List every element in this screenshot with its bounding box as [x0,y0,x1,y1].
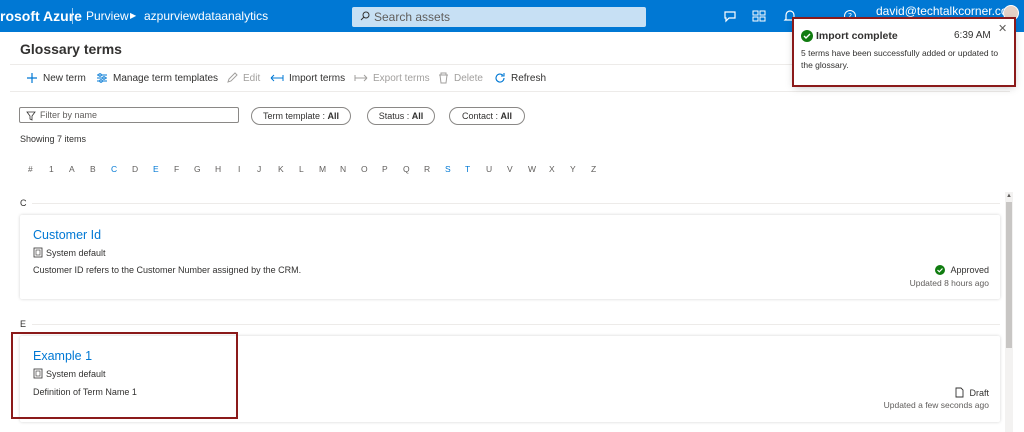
brand-divider [72,8,73,24]
alpha-letter[interactable]: Y [570,164,576,174]
delete-button[interactable]: Delete [438,70,483,86]
filter-by-name-input[interactable] [40,108,230,122]
directory-icon[interactable] [752,9,766,23]
term-status-label: Draft [969,387,989,398]
glossary-blade: Glossary terms New term Manage term temp… [0,32,1024,432]
alpha-letter[interactable]: H [215,164,221,174]
alpha-letter[interactable]: F [174,164,179,174]
breadcrumb-account[interactable]: azpurviewdataanalytics [144,0,268,32]
term-template-filter-value: All [327,111,340,121]
alpha-letter[interactable]: T [465,164,470,174]
manage-term-templates-label: Manage term templates [113,72,219,84]
sliders-icon [97,73,107,83]
alpha-letter[interactable]: S [445,164,451,174]
term-definition: Customer ID refers to the Customer Numbe… [33,265,302,275]
highlight-frame [11,332,238,419]
import-arrows-icon [270,74,284,82]
search-box[interactable] [352,7,646,27]
term-status-label: Approved [950,265,989,275]
highlight-frame [792,17,1016,87]
plus-icon [27,73,37,83]
contact-filter-pill[interactable]: Contact : All [449,107,525,125]
alpha-letter[interactable]: # [28,164,33,174]
user-email[interactable]: david@techtalkcorner.com [876,4,1018,18]
group-letter-e: E [20,319,27,329]
template-icon [33,247,43,258]
status-filter-value: All [411,111,424,121]
contact-filter-label: Contact : [461,111,498,121]
alpha-letter[interactable]: U [486,164,492,174]
alpha-letter[interactable]: A [69,164,75,174]
approved-check-icon [935,265,946,275]
alpha-letter[interactable]: O [361,164,368,174]
term-card-customer-id[interactable]: Customer Id System default Customer ID r… [20,215,1000,299]
export-terms-button[interactable]: Export terms [354,70,430,86]
draft-page-icon [956,387,964,398]
term-updated: Updated a few seconds ago [883,400,989,410]
status-filter-label: Status : [378,111,410,121]
refresh-label: Refresh [511,72,547,84]
term-status: Approved [935,265,989,275]
alpha-letter[interactable]: L [299,164,304,174]
group-divider [32,324,1000,325]
status-filter-pill[interactable]: Status : All [367,107,435,125]
pencil-icon [227,72,238,83]
alpha-letter[interactable]: W [528,164,536,174]
alpha-letter[interactable]: 1 [49,164,54,174]
group-divider [32,203,1000,204]
alpha-letter[interactable]: B [90,164,96,174]
refresh-icon [495,73,505,83]
manage-term-templates-button[interactable]: Manage term templates [96,70,218,86]
export-terms-label: Export terms [373,72,430,84]
alpha-letter[interactable]: J [257,164,261,174]
new-term-label: New term [43,72,86,84]
alpha-letter[interactable]: Z [591,164,596,174]
import-terms-label: Import terms [289,72,346,84]
page-title: Glossary terms [20,41,122,57]
command-bar-divider [10,91,1010,92]
alpha-letter[interactable]: N [340,164,346,174]
feedback-icon[interactable] [723,9,737,23]
import-terms-button[interactable]: Import terms [270,70,345,86]
export-arrows-icon [354,74,368,82]
edit-button[interactable]: Edit [226,70,260,86]
delete-label: Delete [454,72,483,84]
term-updated: Updated 8 hours ago [909,278,989,288]
refresh-button[interactable]: Refresh [494,70,546,86]
alpha-letter[interactable]: E [153,164,159,174]
alpha-letter[interactable]: P [382,164,388,174]
alpha-letter[interactable]: I [238,164,240,174]
term-status: Draft [955,387,989,398]
alpha-letter[interactable]: V [507,164,513,174]
alpha-letter[interactable]: R [424,164,430,174]
filter-by-name-box[interactable] [19,107,239,123]
search-input[interactable] [374,7,634,27]
edit-label: Edit [243,72,261,84]
term-template-filter-label: Term template : [262,111,325,121]
alpha-letter[interactable]: Q [403,164,410,174]
alpha-letter[interactable]: X [549,164,555,174]
contact-filter-value: All [500,111,513,121]
scrollbar-thumb[interactable] [1006,202,1012,348]
breadcrumb-arrow-icon: ▶ [130,11,137,20]
alpha-letter[interactable]: M [319,164,326,174]
alpha-letter[interactable]: C [111,164,117,174]
alpha-letter[interactable]: K [278,164,284,174]
term-template-filter-pill[interactable]: Term template : All [251,107,351,125]
breadcrumb-purview[interactable]: Purview [86,0,129,32]
alpha-letter[interactable]: G [194,164,201,174]
group-letter-c: C [20,198,27,208]
scroll-up-arrow-icon[interactable]: ▲ [1005,192,1013,200]
filter-icon [26,111,36,121]
alpha-letter[interactable]: D [132,164,138,174]
term-name-link[interactable]: Customer Id [33,228,101,242]
items-count: Showing 7 items [20,134,87,144]
search-icon [360,11,370,21]
trash-icon [439,72,448,84]
term-template: System default [33,247,106,258]
term-template-label: System default [46,247,106,258]
new-term-button[interactable]: New term [26,70,86,86]
azure-brand[interactable]: rosoft Azure [0,0,82,32]
